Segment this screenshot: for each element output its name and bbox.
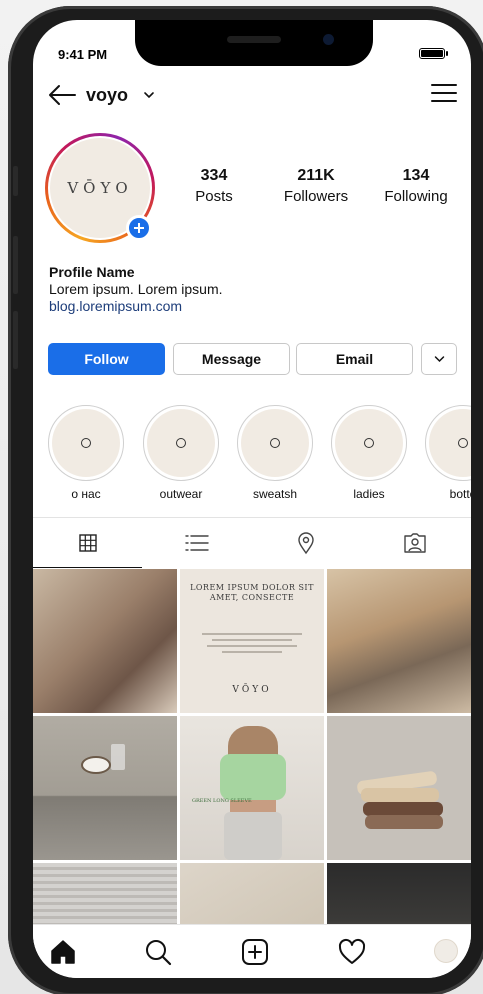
- post-thumbnail[interactable]: [327, 863, 471, 929]
- post-thumbnail[interactable]: [33, 569, 177, 713]
- app-screen: 9:41 PM voyo VŌYO 334 Posts 211K Followe…: [33, 20, 471, 978]
- posts-grid: LOREM IPSUM DOLOR SIT AMET, CONSECTE VŌY…: [33, 569, 471, 929]
- highlight-label: ladies: [353, 487, 385, 501]
- highlight-item[interactable]: ladies: [331, 405, 407, 501]
- post-logo: VŌYO: [232, 685, 272, 695]
- tab-location[interactable]: [251, 518, 360, 568]
- tab-tagged[interactable]: [360, 518, 469, 568]
- message-button[interactable]: Message: [173, 343, 290, 375]
- bio-text: Lorem ipsum. Lorem ipsum.: [49, 281, 223, 297]
- email-button[interactable]: Email: [296, 343, 413, 375]
- followers-stat[interactable]: 211K Followers: [271, 167, 361, 205]
- post-thumbnail[interactable]: [180, 863, 324, 929]
- heart-icon[interactable]: [337, 937, 367, 967]
- post-text-title: LOREM IPSUM DOLOR SIT AMET, CONSECTE: [190, 583, 314, 602]
- front-camera: [323, 34, 334, 45]
- notch: [135, 20, 373, 66]
- highlight-item[interactable]: о нас: [48, 405, 124, 501]
- device-stage: 9:41 PM voyo VŌYO 334 Posts 211K Followe…: [0, 0, 483, 994]
- posts-stat[interactable]: 334 Posts: [171, 167, 257, 205]
- bio-link[interactable]: blog.loremipsum.com: [49, 298, 223, 315]
- post-thumbnail[interactable]: GREEN LONG SLEEVE: [180, 716, 324, 860]
- circle-icon: [176, 438, 186, 448]
- hamburger-menu-icon[interactable]: [431, 82, 457, 104]
- circle-icon: [81, 438, 91, 448]
- tab-list[interactable]: [142, 518, 251, 568]
- profile-header: voyo: [33, 78, 471, 112]
- grid-icon: [78, 533, 97, 552]
- follow-button[interactable]: Follow: [48, 343, 165, 375]
- post-thumbnail[interactable]: [33, 863, 177, 929]
- following-label: Following: [384, 188, 448, 205]
- list-icon: [184, 535, 209, 551]
- chevron-down-icon[interactable]: [143, 90, 155, 100]
- highlight-item[interactable]: botto: [425, 405, 471, 501]
- chevron-down-icon: [434, 356, 444, 363]
- highlight-item[interactable]: outwear: [143, 405, 219, 501]
- post-thumbnail[interactable]: [33, 716, 177, 860]
- story-highlights: о нас outwear sweatsh ladies botto: [33, 405, 471, 505]
- add-post-icon[interactable]: [240, 937, 270, 967]
- post-text-body: [202, 633, 302, 663]
- following-count: 134: [402, 167, 430, 184]
- location-pin-icon: [297, 532, 314, 555]
- circle-icon: [458, 438, 468, 448]
- volume-up-button: [13, 236, 18, 294]
- profile-name: Profile Name: [49, 264, 135, 280]
- add-story-icon[interactable]: [126, 215, 152, 241]
- home-icon[interactable]: [48, 937, 78, 967]
- search-icon[interactable]: [143, 937, 173, 967]
- suggested-dropdown-button[interactable]: [421, 343, 457, 375]
- highlight-label: botto: [449, 487, 471, 501]
- mute-switch: [13, 166, 18, 196]
- posts-count: 334: [200, 167, 228, 184]
- profile-avatar[interactable]: [434, 939, 458, 963]
- bottom-navigation: [33, 924, 471, 978]
- arrow-left-icon[interactable]: [47, 83, 77, 107]
- speaker: [227, 36, 281, 43]
- post-thumbnail-text[interactable]: LOREM IPSUM DOLOR SIT AMET, CONSECTE VŌY…: [180, 569, 324, 713]
- profile-tabs: [33, 517, 471, 568]
- circle-icon: [270, 438, 280, 448]
- battery-icon: [419, 48, 448, 59]
- tagged-person-icon: [403, 533, 426, 553]
- post-thumbnail[interactable]: [327, 716, 471, 860]
- profile-bio: Profile Name Lorem ipsum. Lorem ipsum. b…: [49, 264, 223, 315]
- posts-label: Posts: [195, 188, 233, 205]
- post-caption-overlay: GREEN LONG SLEEVE: [192, 798, 252, 804]
- highlight-label: sweatsh: [252, 487, 298, 501]
- tab-grid[interactable]: [33, 518, 142, 568]
- highlight-label: outwear: [159, 487, 203, 501]
- highlight-label: о нас: [71, 487, 101, 501]
- circle-icon: [364, 438, 374, 448]
- followers-label: Followers: [283, 188, 349, 205]
- following-stat[interactable]: 134 Following: [373, 167, 459, 205]
- followers-count: 211K: [297, 167, 335, 184]
- post-thumbnail[interactable]: [327, 569, 471, 713]
- highlight-item[interactable]: sweatsh: [237, 405, 313, 501]
- volume-down-button: [13, 311, 18, 369]
- status-time: 9:41 PM: [58, 47, 108, 62]
- username[interactable]: voyo: [86, 85, 128, 106]
